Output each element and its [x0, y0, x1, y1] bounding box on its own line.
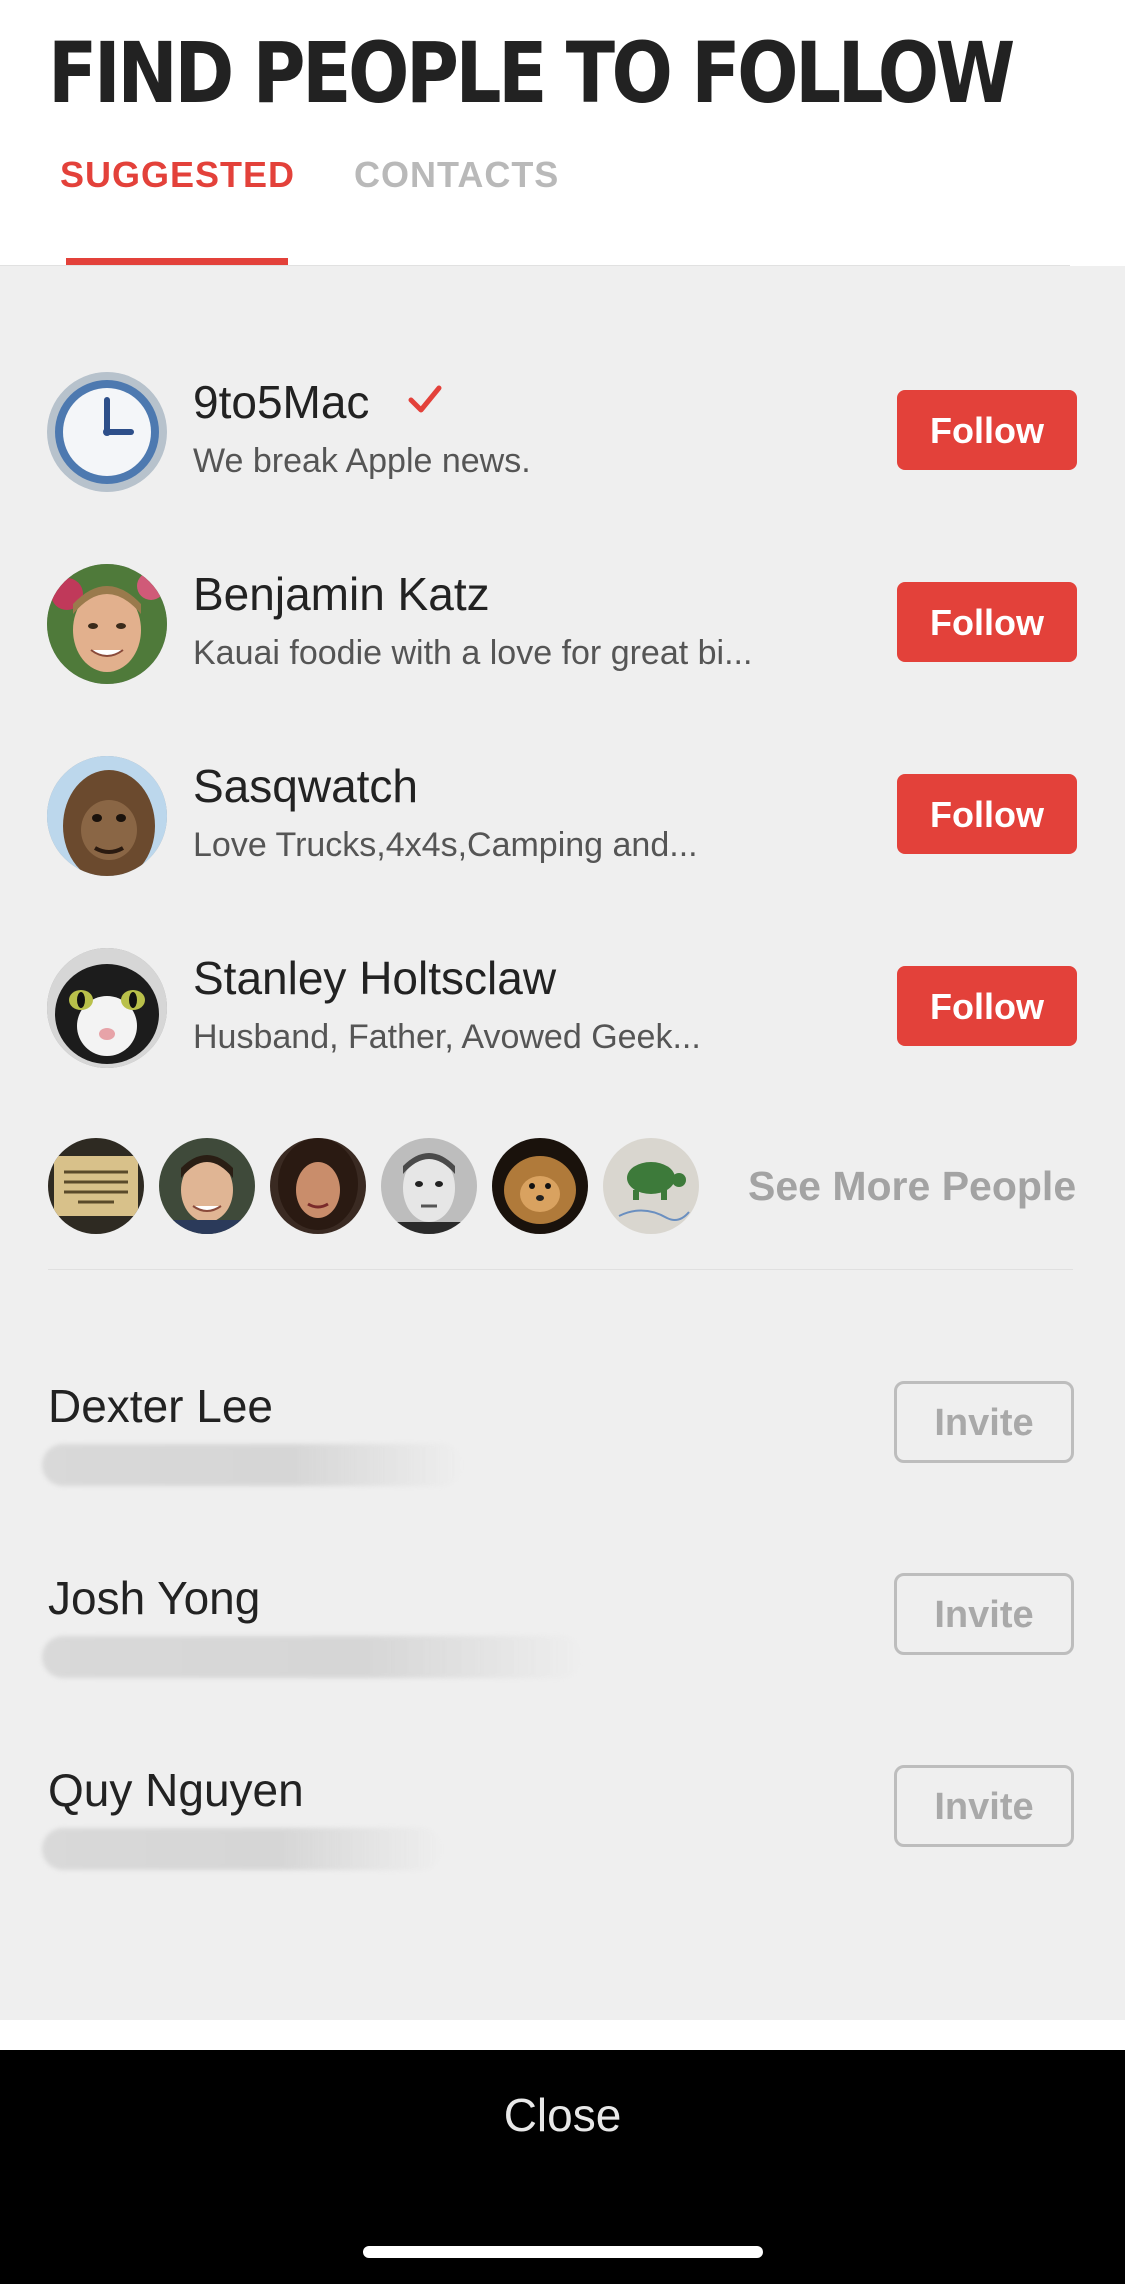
bigfoot-avatar[interactable]	[47, 756, 167, 876]
tab-suggested[interactable]: SUGGESTED	[60, 150, 295, 200]
contact-name: Josh Yong	[48, 1572, 261, 1624]
contact-detail-redacted	[42, 1828, 442, 1870]
home-indicator[interactable]	[363, 2246, 763, 2258]
contact-row: Josh Yong Invite	[0, 1568, 1125, 1708]
section-divider	[48, 1269, 1073, 1270]
contact-row: Dexter Lee Invite	[0, 1376, 1125, 1516]
contact-detail-redacted	[42, 1636, 582, 1678]
invite-button[interactable]: Invite	[894, 1765, 1074, 1847]
sign-avatar[interactable]	[48, 1138, 144, 1234]
contact-name: Quy Nguyen	[48, 1764, 304, 1816]
see-more-people-link[interactable]: See More People	[748, 1160, 1076, 1212]
person-bio: Husband, Father, Avowed Geek...	[193, 1018, 701, 1056]
dog-avatar[interactable]	[492, 1138, 588, 1234]
follow-button[interactable]: Follow	[897, 774, 1077, 854]
invite-button[interactable]: Invite	[894, 1381, 1074, 1463]
contact-row: Quy Nguyen Invite	[0, 1760, 1125, 1900]
verified-check-icon	[408, 385, 442, 413]
page-title: FIND PEOPLE TO FOLLOW	[48, 24, 1015, 122]
contact-name: Dexter Lee	[48, 1380, 274, 1432]
follow-button[interactable]: Follow	[897, 582, 1077, 662]
woman-avatar[interactable]	[270, 1138, 366, 1234]
follow-button[interactable]: Follow	[897, 390, 1077, 470]
person-name: 9to5Mac	[193, 376, 370, 428]
person-name: Stanley Holtsclaw	[193, 952, 557, 1004]
people-list: 9to5Mac We break Apple news. Follow Benj…	[0, 266, 1125, 2020]
turtle-drawing-avatar[interactable]	[603, 1138, 699, 1234]
vintage-portrait-avatar[interactable]	[381, 1138, 477, 1234]
invite-button[interactable]: Invite	[894, 1573, 1074, 1655]
cat-avatar[interactable]	[47, 948, 167, 1068]
content-bottom-strip	[0, 2020, 1125, 2050]
clock-avatar[interactable]	[47, 372, 167, 492]
suggested-person-row[interactable]: Benjamin Katz Kauai foodie with a love f…	[0, 564, 1125, 694]
person-name: Sasqwatch	[193, 760, 419, 812]
man-avatar[interactable]	[159, 1138, 255, 1234]
close-button[interactable]: Close	[0, 2050, 1125, 2180]
header: FIND PEOPLE TO FOLLOW SUGGESTED CONTACTS	[0, 0, 1125, 266]
contact-detail-redacted	[42, 1444, 462, 1486]
person-bio: Kauai foodie with a love for great bi...	[193, 634, 753, 672]
footer-bar: Close	[0, 2050, 1125, 2284]
suggested-person-row[interactable]: Sasqwatch Love Trucks,4x4s,Camping and..…	[0, 756, 1125, 886]
suggested-person-row[interactable]: 9to5Mac We break Apple news. Follow	[0, 372, 1125, 502]
person-name: Benjamin Katz	[193, 568, 490, 620]
person-bio: We break Apple news.	[193, 442, 531, 480]
tab-contacts[interactable]: CONTACTS	[354, 150, 559, 200]
person-bio: Love Trucks,4x4s,Camping and...	[193, 826, 698, 864]
follow-button[interactable]: Follow	[897, 966, 1077, 1046]
person-avatar[interactable]	[47, 564, 167, 684]
suggested-person-row[interactable]: Stanley Holtsclaw Husband, Father, Avowe…	[0, 948, 1125, 1078]
more-people-row: See More People	[0, 1138, 1125, 1238]
